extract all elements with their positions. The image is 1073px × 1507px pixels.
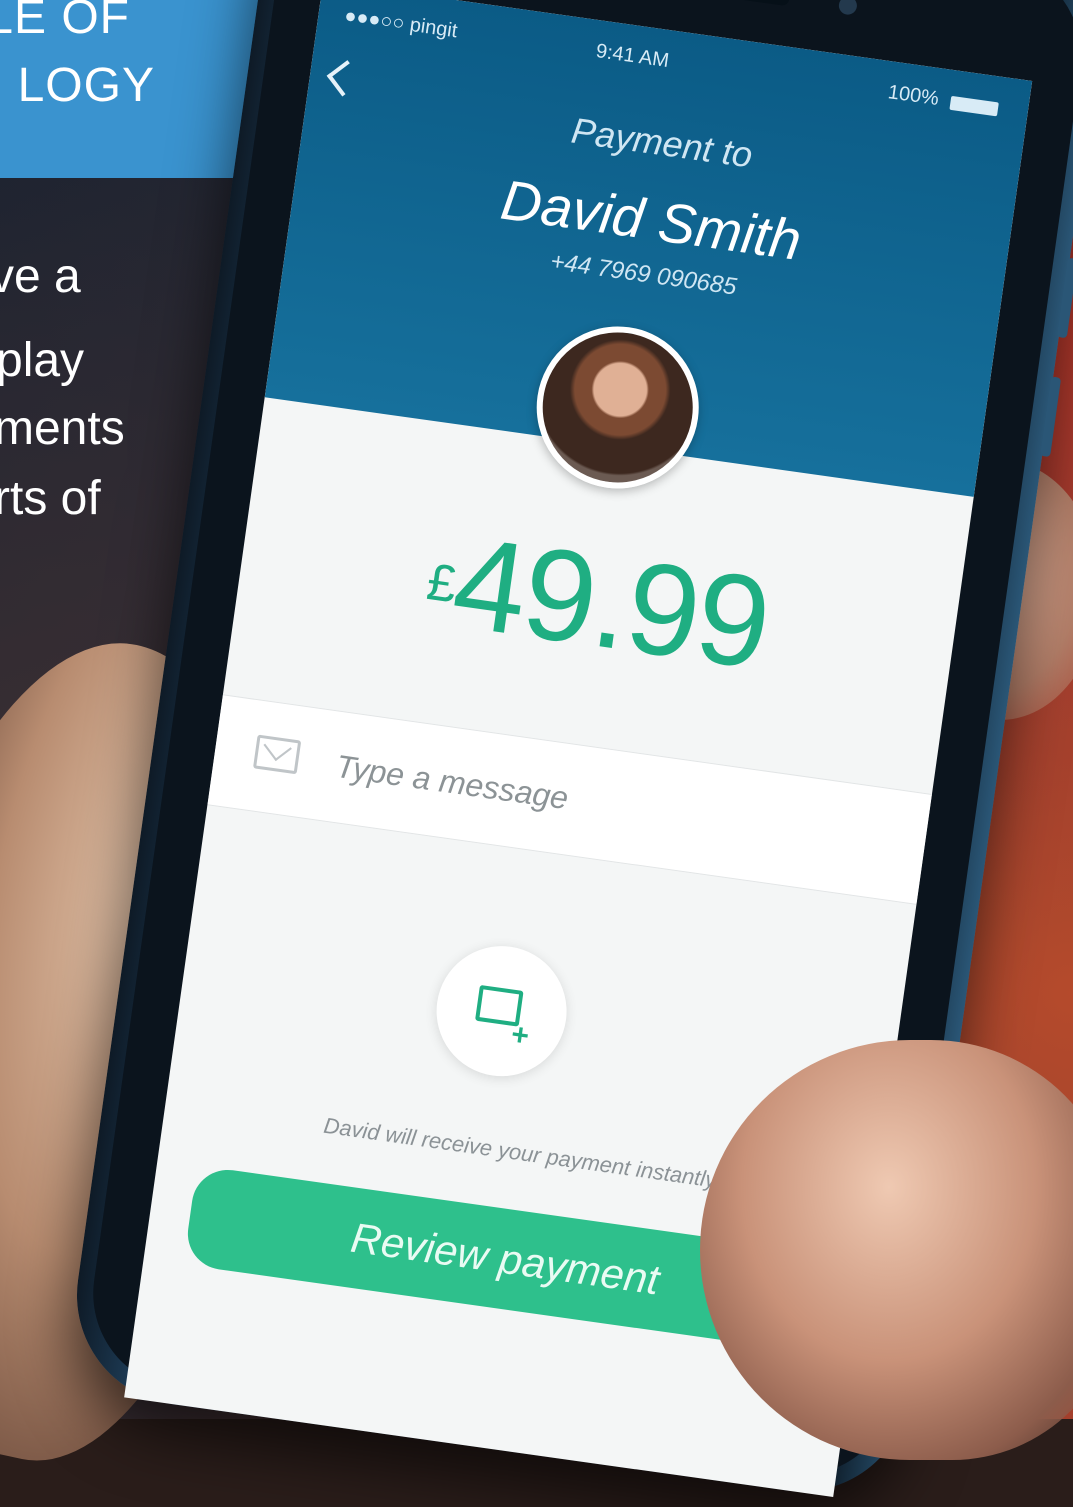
battery-percent: 100% xyxy=(886,81,941,111)
body-line-2: play xyxy=(0,334,85,387)
plus-icon: + xyxy=(509,1017,532,1054)
payment-amount[interactable]: £49.99 xyxy=(233,476,963,724)
add-photo-button[interactable]: + xyxy=(428,937,575,1085)
front-camera xyxy=(837,0,859,16)
battery-icon xyxy=(949,95,999,117)
message-row xyxy=(207,694,932,905)
envelope-icon xyxy=(252,734,302,775)
headline-line-2: LOGY xyxy=(17,59,155,112)
speaker-grille xyxy=(659,0,791,7)
body-line-3: ments xyxy=(0,402,125,455)
amount-value: 49.99 xyxy=(444,508,778,697)
headline-line-1: LE OF xyxy=(0,0,130,44)
body-line-4: rts of xyxy=(0,472,101,525)
message-input[interactable] xyxy=(330,739,857,865)
body-line-1: ve a xyxy=(0,250,81,303)
